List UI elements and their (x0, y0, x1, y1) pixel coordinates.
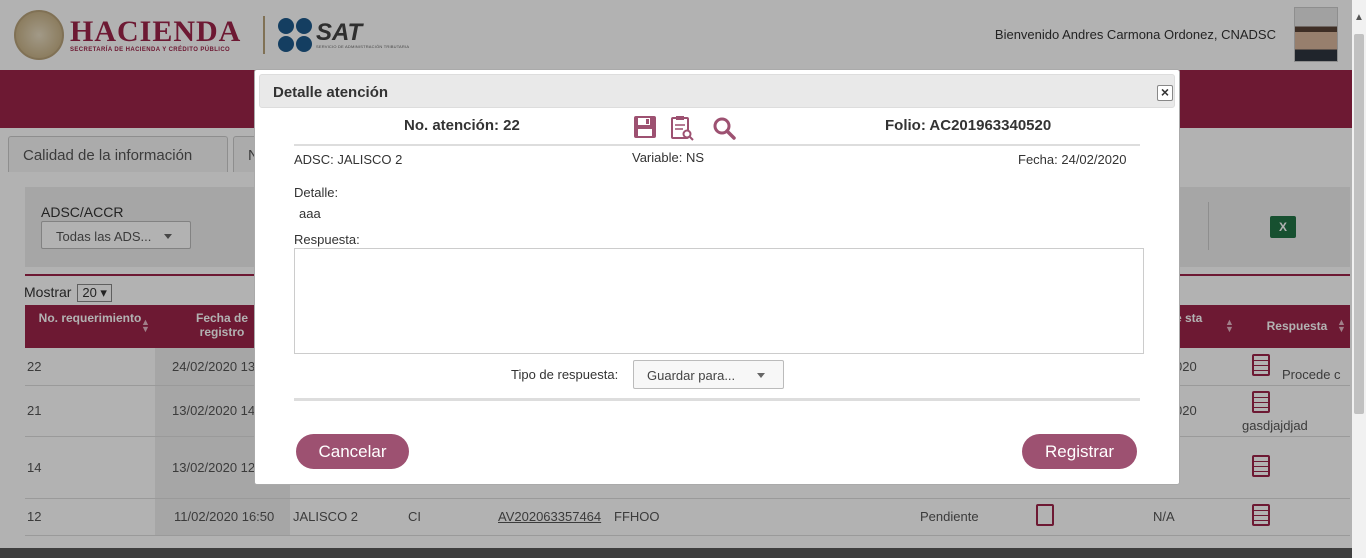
search-icon[interactable] (712, 116, 736, 140)
page-scrollbar[interactable]: ▲ (1352, 0, 1366, 558)
folio: Folio: AC201963340520 (885, 117, 1052, 134)
chevron-down-icon (757, 373, 765, 378)
scroll-up-icon[interactable]: ▲ (1354, 12, 1364, 23)
fecha-value: Fecha: 24/02/2020 (1018, 152, 1127, 167)
respuesta-label: Respuesta: (294, 232, 360, 247)
no-atencion: No. atención: 22 (404, 117, 520, 134)
tipo-respuesta-value: Guardar para... (647, 368, 736, 383)
clipboard-search-icon[interactable] (670, 115, 694, 141)
tipo-respuesta-label: Tipo de respuesta: (511, 367, 619, 382)
cancel-button[interactable]: Cancelar (296, 434, 409, 469)
adsc-value: ADSC: JALISCO 2 (294, 152, 403, 167)
register-button[interactable]: Registrar (1022, 434, 1137, 469)
divider (294, 398, 1140, 401)
variable-value: Variable: NS (632, 150, 705, 165)
dialog-title: Detalle atención (273, 84, 389, 101)
detalle-value: aaa (299, 206, 321, 221)
divider (294, 144, 1140, 146)
dialog-header: Detalle atención × (259, 74, 1175, 108)
close-button[interactable]: × (1157, 85, 1173, 101)
save-icon[interactable] (633, 115, 657, 139)
respuesta-textarea[interactable] (294, 248, 1144, 354)
scrollbar-thumb[interactable] (1354, 34, 1364, 414)
detalle-atencion-dialog: Detalle atención × No. atención: 22 Foli… (254, 69, 1180, 485)
detalle-label: Detalle: (294, 185, 339, 200)
tipo-respuesta-select[interactable]: Guardar para... (633, 360, 784, 389)
